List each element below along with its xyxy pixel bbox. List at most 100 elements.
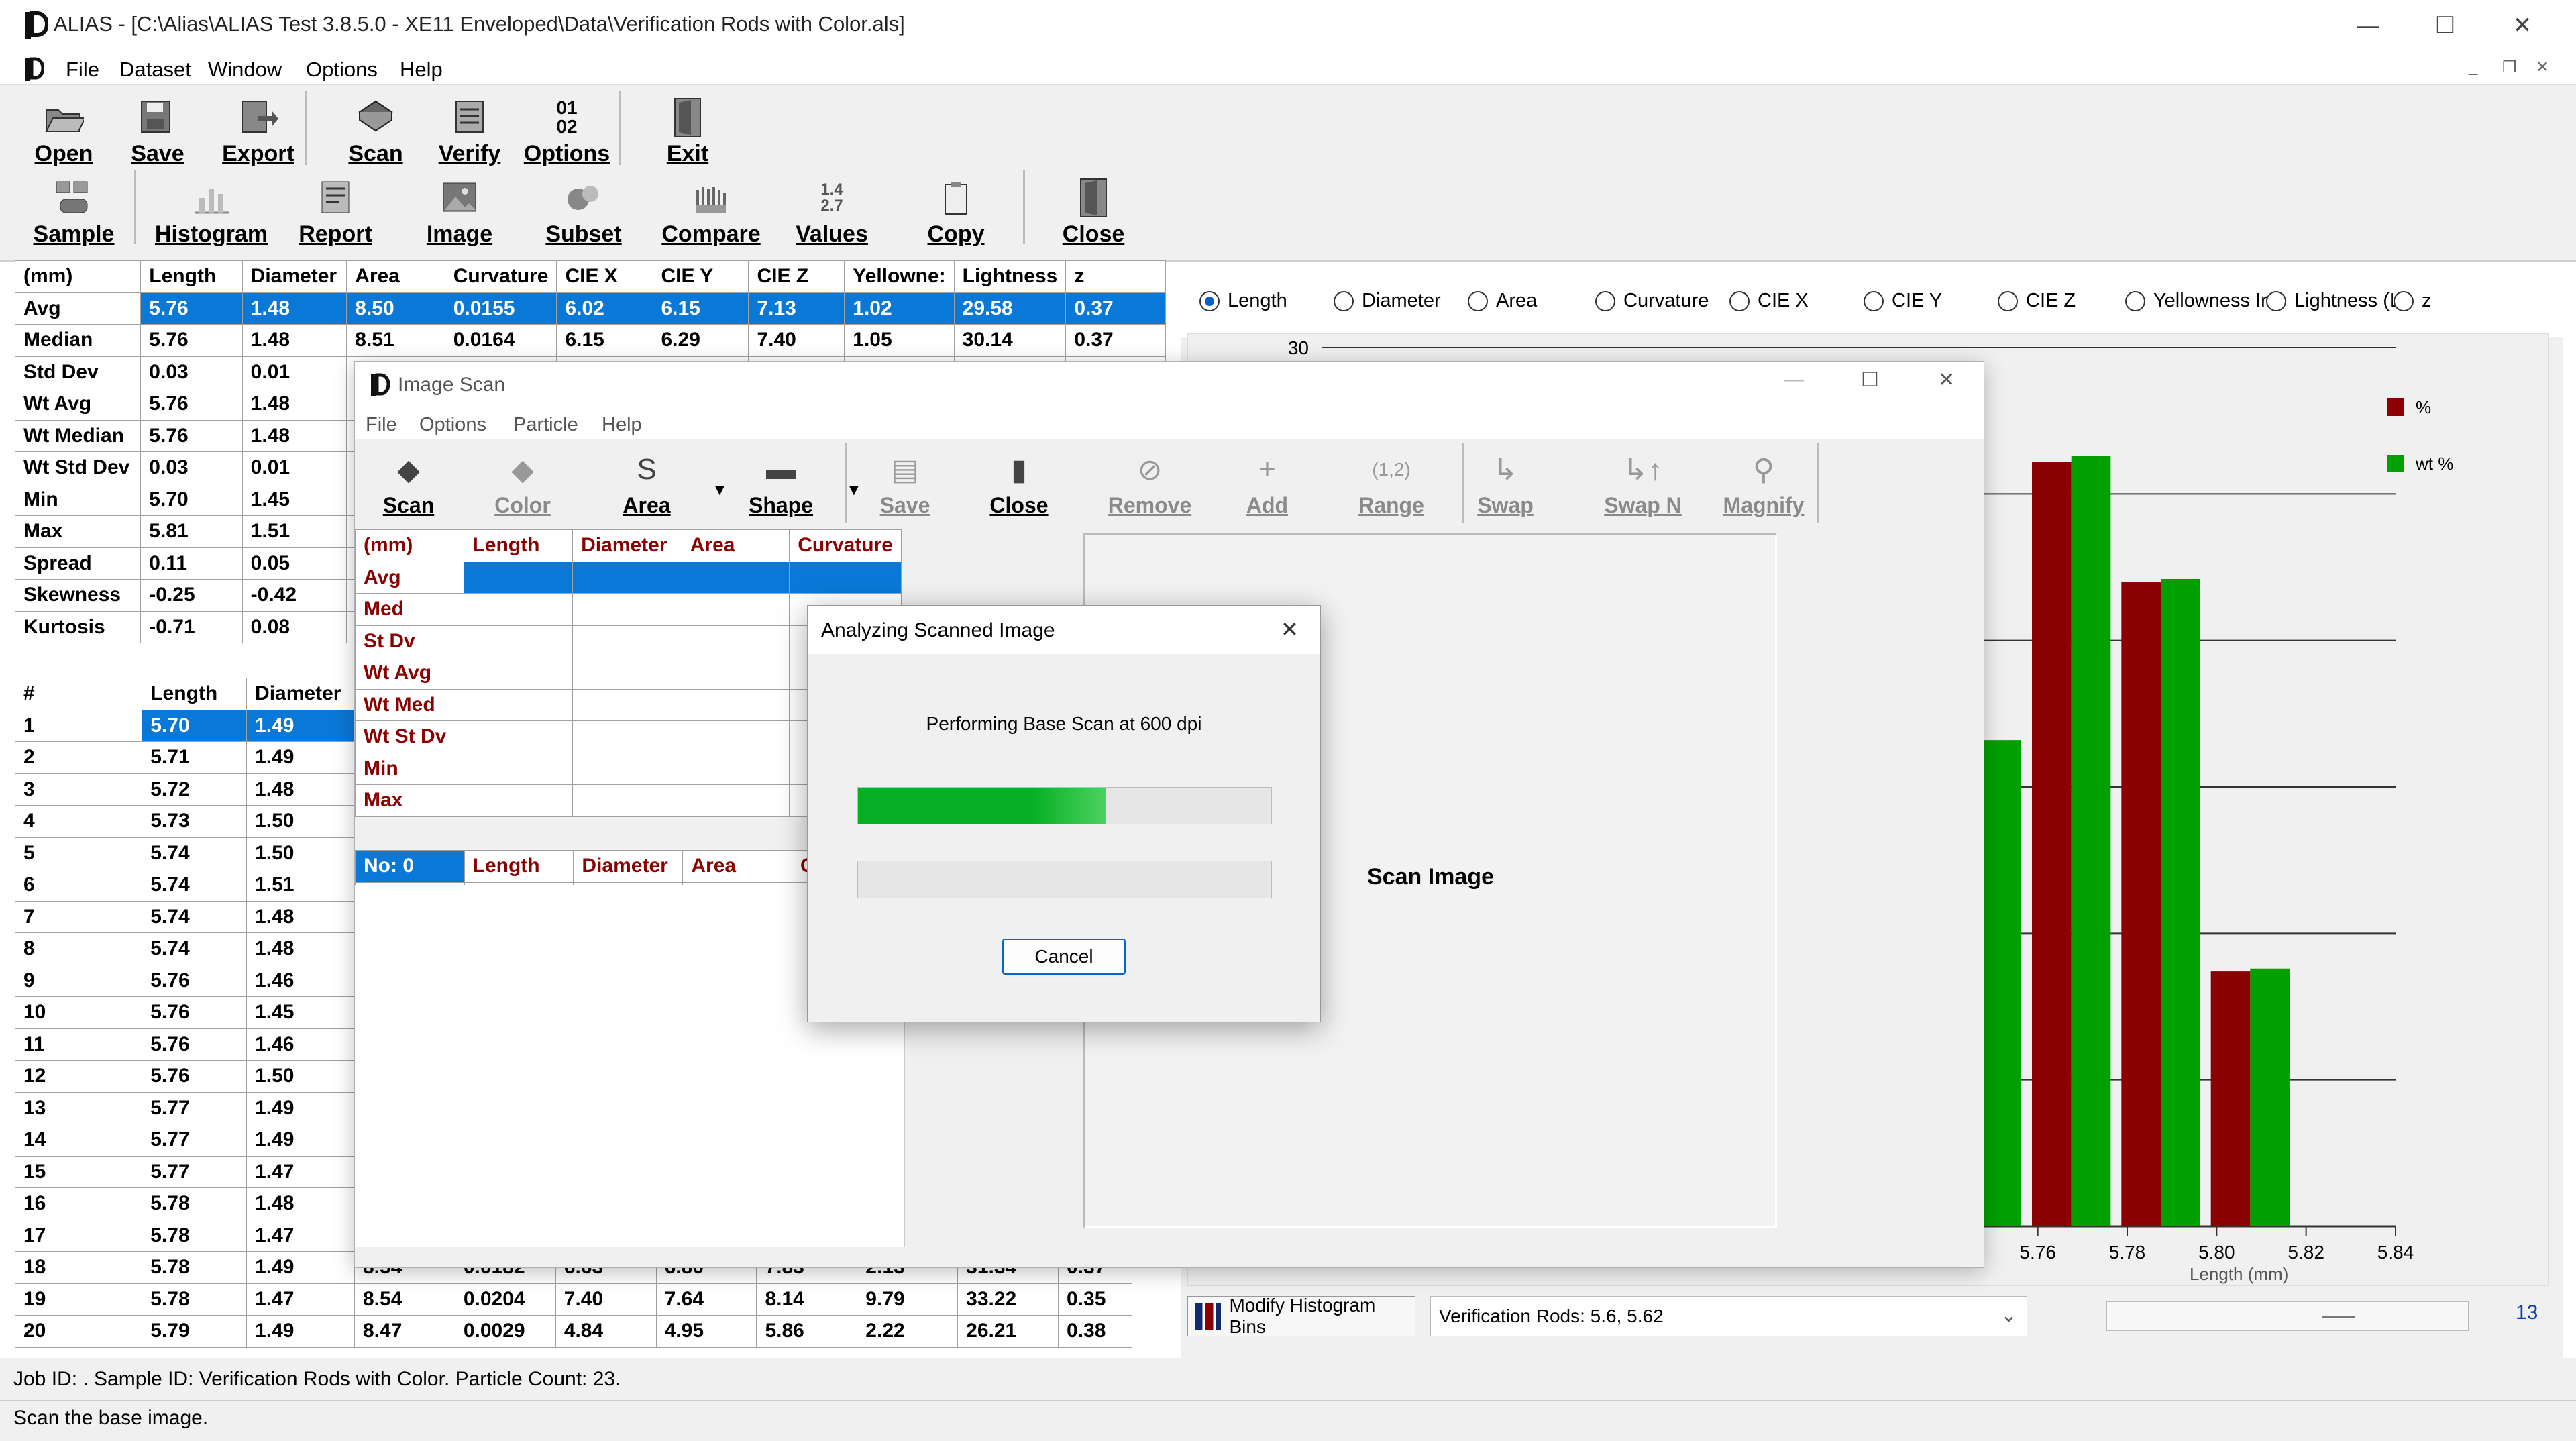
particle-cell[interactable]: 26.21 [957, 1315, 1059, 1348]
particle-cell[interactable]: 1.46 [246, 964, 357, 997]
particle-cell[interactable]: 0.38 [1058, 1315, 1132, 1348]
particle-cell[interactable]: 5.79 [142, 1315, 248, 1348]
dialog-close-icon[interactable]: ✕ [1281, 617, 1299, 642]
stats-cell[interactable]: 6.02 [556, 292, 653, 325]
stats-cell[interactable]: 0.0164 [444, 324, 557, 357]
particle-cell[interactable]: 5.74 [142, 837, 248, 869]
compare-button[interactable]: Compare [654, 174, 768, 248]
scan-button[interactable]: Scan [339, 94, 413, 167]
stats-cell[interactable]: 0.01 [241, 356, 347, 388]
particle-cell[interactable]: 5.71 [142, 741, 248, 774]
scan-particle-column-header[interactable]: Diameter [573, 850, 684, 883]
particle-cell[interactable]: 5.77 [142, 1155, 248, 1188]
bar-percent[interactable] [2121, 582, 2161, 1226]
stats-cell[interactable]: 6.29 [652, 324, 749, 357]
stats-cell[interactable]: 5.70 [140, 483, 243, 516]
particle-cell[interactable]: 5.78 [142, 1251, 248, 1284]
stats-row-header[interactable]: Std Dev [14, 356, 142, 388]
stats-cell[interactable]: 0.08 [241, 610, 347, 643]
stats-cell[interactable]: 1.05 [844, 324, 955, 357]
scan-menu-particle[interactable]: Particle [513, 414, 578, 436]
particle-cell[interactable]: 4.84 [555, 1315, 657, 1348]
radio-cie-z[interactable]: CIE Z [1998, 290, 2076, 312]
stats-cell[interactable]: 8.51 [346, 324, 445, 357]
scan-stats-cell[interactable] [572, 561, 682, 594]
particle-cell[interactable]: 5.77 [142, 1091, 248, 1124]
radio-length[interactable]: Length [1199, 290, 1287, 312]
subset-button[interactable]: Subset [537, 174, 631, 248]
particle-cell[interactable]: 1.47 [246, 1155, 357, 1188]
particle-row[interactable]: 14 5.77 1.49 [14, 1124, 357, 1157]
particle-cell[interactable]: 19 [14, 1283, 143, 1316]
particle-cell[interactable]: 1.45 [246, 996, 357, 1029]
stats-cell[interactable]: 5.76 [140, 324, 243, 357]
close-window-button[interactable]: ✕ [2489, 5, 2556, 46]
copy-button[interactable]: Copy [909, 174, 1003, 248]
particle-cell[interactable]: 1.48 [246, 932, 357, 965]
stats-column-header[interactable]: CIE Z [748, 260, 845, 293]
particle-cell[interactable]: 5.78 [142, 1283, 248, 1316]
particle-cell[interactable]: 1.51 [246, 869, 357, 902]
scan-stats-cell[interactable] [572, 593, 682, 626]
stats-column-header[interactable]: Area [346, 260, 445, 293]
radio-area[interactable]: Area [1468, 290, 1537, 312]
scan-shape-button[interactable]: ▬ Shape [731, 446, 831, 518]
particle-cell[interactable]: 5.70 [142, 709, 248, 742]
particle-row[interactable]: 19 5.78 1.47 [14, 1283, 357, 1316]
particle-cell[interactable]: 4.95 [655, 1315, 757, 1348]
histogram-button[interactable]: Histogram [151, 174, 272, 248]
stats-cell[interactable]: -0.42 [241, 579, 347, 612]
scan-menu-options[interactable]: Options [419, 414, 486, 436]
particle-cell[interactable]: 9.79 [857, 1283, 959, 1316]
stats-row-header[interactable]: Min [14, 483, 142, 516]
stats-row-header[interactable]: Wt Avg [14, 388, 142, 421]
scan-stats-row-header[interactable]: Max [354, 784, 465, 817]
scan-particle-column-header[interactable]: Area [682, 850, 792, 883]
particle-column-header[interactable]: Diameter [246, 678, 357, 710]
scan-stats-column-header[interactable]: Length [464, 529, 574, 562]
particle-cell[interactable]: 2.22 [857, 1315, 959, 1348]
particle-cell[interactable]: 5.86 [756, 1315, 858, 1348]
stats-row-header[interactable]: Median [14, 324, 142, 357]
particle-cell[interactable]: 5.76 [142, 1060, 248, 1093]
stats-column-header[interactable]: CIE Y [652, 260, 749, 293]
radio-cie-x[interactable]: CIE X [1729, 290, 1809, 312]
particle-cell[interactable]: 1.49 [246, 1091, 357, 1124]
menu-help[interactable]: Help [400, 58, 443, 82]
particle-partial-row[interactable]: 8.47 0.0029 4.84 4.95 5.86 2.22 26.21 0.38 [354, 1315, 1132, 1348]
menu-options[interactable]: Options [306, 58, 378, 82]
particle-cell[interactable]: 12 [14, 1060, 143, 1093]
particle-cell[interactable]: 1.48 [246, 1187, 357, 1220]
scan-stats-cell[interactable] [572, 752, 682, 785]
scan-swap-n-button[interactable]: ↳↑ Swap N [1589, 446, 1697, 518]
particle-row[interactable]: 20 5.79 1.49 [14, 1315, 357, 1348]
exit-button[interactable]: Exit [651, 94, 724, 167]
particle-row[interactable]: 5 5.74 1.50 [14, 837, 357, 869]
stats-row-header[interactable]: Avg [14, 292, 142, 325]
particle-cell[interactable]: 10 [14, 996, 143, 1029]
bar-percent[interactable] [2032, 462, 2072, 1226]
particle-cell[interactable]: 7.40 [555, 1283, 657, 1316]
scan-stats-cell[interactable] [681, 720, 790, 753]
particle-cell[interactable]: 1.49 [246, 741, 357, 774]
particle-row[interactable]: 17 5.78 1.47 [14, 1219, 357, 1252]
stats-column-header[interactable]: Curvature [444, 260, 557, 293]
stats-column-header[interactable]: Lightness [953, 260, 1067, 293]
mdi-close-button[interactable]: ✕ [2536, 58, 2549, 77]
scan-stats-cell[interactable] [572, 625, 682, 657]
scan-stats-row-header[interactable]: Wt Med [354, 688, 465, 721]
scan-range-button[interactable]: (1,2) Range [1334, 446, 1448, 518]
radio-yellowness-ir[interactable]: Yellowness Ir [2125, 290, 2267, 312]
stats-cell[interactable]: 7.40 [748, 324, 845, 357]
stats-cell[interactable]: 29.58 [953, 292, 1067, 325]
particle-cell[interactable]: 8.54 [354, 1283, 455, 1316]
particle-cell[interactable]: 3 [14, 773, 143, 806]
save-button[interactable]: Save [121, 94, 195, 167]
scan-color-button[interactable]: ◆ Color [482, 446, 563, 518]
stats-column-header[interactable]: Diameter [241, 260, 347, 293]
particle-cell[interactable]: 33.22 [957, 1283, 1059, 1316]
stats-column-header[interactable]: CIE X [556, 260, 653, 293]
scan-stats-cell[interactable] [572, 657, 682, 690]
particle-cell[interactable]: 5.76 [142, 964, 248, 997]
stats-cell[interactable]: 0.03 [140, 451, 243, 484]
